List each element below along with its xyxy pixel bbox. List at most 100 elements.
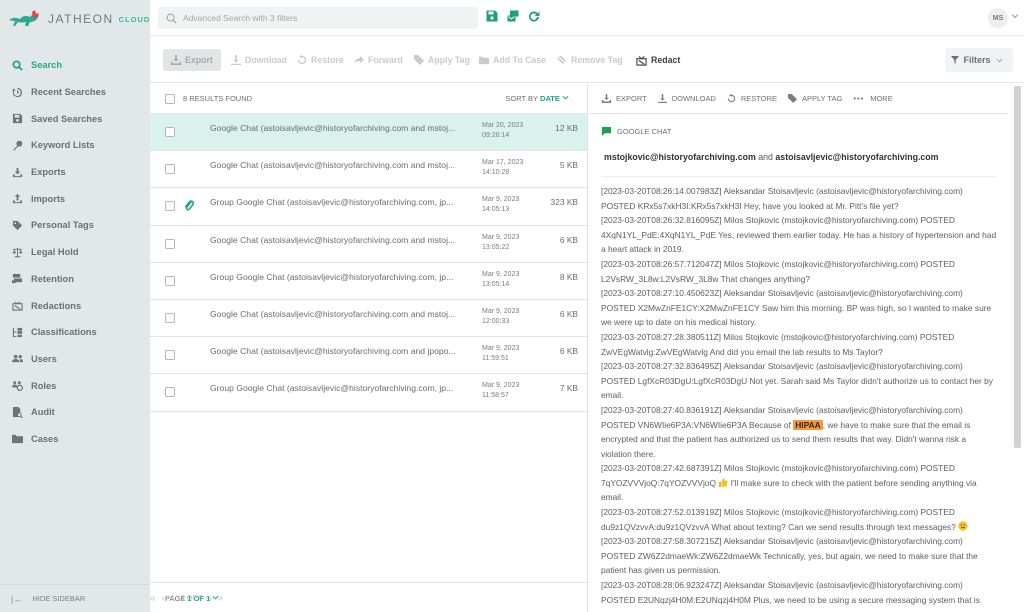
row-date: Mar 9, 2023 11:59:51 bbox=[482, 344, 519, 364]
result-row[interactable]: Google Chat (astoisavljevic@historyofarc… bbox=[150, 337, 587, 375]
participant-b: astoisavljevic@historyofarchiving.com bbox=[775, 152, 939, 162]
download-button[interactable]: Download bbox=[231, 49, 287, 71]
chat-message: [2023-03-20T08:27:28.380511Z] Milos Stoj… bbox=[601, 331, 955, 357]
preview-more-label: MORE bbox=[870, 94, 893, 103]
forward-button[interactable]: Forward bbox=[354, 49, 403, 71]
logo[interactable]: JATHEON CLOUD bbox=[8, 8, 150, 30]
sidebar-item-saved-searches[interactable]: Saved Searches bbox=[0, 105, 150, 132]
sidebar-item-cases[interactable]: Cases bbox=[0, 426, 150, 453]
row-date: Mar 9, 2023 13:05:22 bbox=[482, 233, 519, 253]
attachment-icon bbox=[185, 200, 194, 211]
row-title: Google Chat (astoisavljevic@historyofarc… bbox=[210, 234, 456, 245]
search-box[interactable] bbox=[158, 7, 478, 29]
result-row[interactable]: Group Google Chat (astoisavljevic@histor… bbox=[150, 374, 587, 412]
preview-more-button[interactable]: ••• MORE bbox=[853, 94, 892, 103]
result-row[interactable]: Group Google Chat (astoisavljevic@histor… bbox=[150, 188, 587, 226]
user-avatar[interactable]: MS bbox=[988, 8, 1008, 28]
preview-toolbar: EXPORT DOWNLOAD RESTORE APPLY TAG ••• MO… bbox=[589, 84, 1008, 114]
row-date-day: Mar 9, 2023 bbox=[482, 196, 520, 204]
preview-export-button[interactable]: EXPORT bbox=[602, 94, 647, 103]
select-all-checkbox[interactable] bbox=[165, 94, 175, 104]
row-checkbox[interactable] bbox=[165, 275, 175, 286]
filters-button[interactable]: Filters bbox=[945, 48, 1013, 72]
save-as-search-icon[interactable] bbox=[507, 10, 519, 22]
remove-tag-button[interactable]: Remove Tag bbox=[557, 49, 623, 71]
apply-tag-label: Apply Tag bbox=[428, 55, 470, 65]
forward-label: Forward bbox=[368, 55, 403, 65]
sidebar-item-retention[interactable]: Retention bbox=[0, 266, 150, 293]
chevron-down-icon[interactable] bbox=[1011, 12, 1019, 20]
first-page-icon[interactable]: « bbox=[150, 593, 156, 604]
row-checkbox[interactable] bbox=[165, 164, 175, 175]
sort-dropdown[interactable]: SORT BY DATE bbox=[505, 94, 569, 103]
participants-joiner: and bbox=[758, 152, 773, 162]
export-icon bbox=[11, 166, 23, 178]
row-checkbox[interactable] bbox=[165, 312, 175, 323]
preview-scrollbar[interactable] bbox=[1014, 86, 1021, 448]
preview-apply-tag-button[interactable]: APPLY TAG bbox=[788, 94, 842, 103]
search-input[interactable] bbox=[183, 13, 473, 23]
preview-download-button[interactable]: DOWNLOAD bbox=[657, 94, 716, 103]
more-dots-icon: ••• bbox=[853, 94, 865, 103]
sidebar-item-legal-hold[interactable]: Legal Hold bbox=[0, 239, 150, 266]
result-row[interactable]: Google Chat (astoisavljevic@historyofarc… bbox=[150, 300, 587, 338]
sidebar-item-recent-searches[interactable]: Recent Searches bbox=[0, 79, 150, 106]
row-size: 6 KB bbox=[559, 346, 578, 357]
sidebar-item-imports[interactable]: Imports bbox=[0, 185, 150, 212]
divider bbox=[602, 176, 996, 177]
pagination: PAGE 1 OF 1 « ‹ 1 - 8 OF 8 › » bbox=[150, 582, 588, 612]
save-search-icon[interactable] bbox=[486, 10, 498, 22]
result-row[interactable]: Google Chat (astoisavljevic@historyofarc… bbox=[150, 226, 587, 263]
last-page-icon[interactable]: » bbox=[218, 593, 224, 604]
sidebar-item-audit[interactable]: Audit bbox=[0, 399, 150, 426]
row-date: Mar 9, 2023 12:00:33 bbox=[482, 307, 519, 327]
row-checkbox[interactable] bbox=[165, 127, 175, 137]
result-row[interactable]: Google Chat (astoisavljevic@historyofarc… bbox=[150, 114, 587, 152]
export-icon bbox=[171, 55, 181, 65]
sidebar-item-keyword-lists[interactable]: Keyword Lists bbox=[0, 132, 150, 159]
sidebar-item-users[interactable]: Users bbox=[0, 346, 150, 373]
redact-icon bbox=[11, 300, 23, 312]
sidebar-item-label: Classifications bbox=[31, 327, 97, 338]
sidebar-item-exports[interactable]: Exports bbox=[0, 159, 150, 186]
remove-tag-icon bbox=[557, 55, 567, 65]
restore-button[interactable]: Restore bbox=[297, 49, 344, 71]
search-actions bbox=[486, 10, 540, 22]
preview-apply-tag-label: APPLY TAG bbox=[802, 94, 843, 103]
sidebar-item-redactions[interactable]: Redactions bbox=[0, 292, 150, 319]
prev-page-icon[interactable]: ‹ bbox=[162, 593, 165, 604]
hide-sidebar-button[interactable]: |← HIDE SIDEBAR bbox=[0, 584, 150, 612]
redact-button[interactable]: Redact bbox=[636, 49, 680, 71]
sidebar-item-label: Users bbox=[31, 353, 57, 364]
export-button[interactable]: Export bbox=[163, 49, 221, 71]
search-icon bbox=[11, 59, 23, 71]
row-checkbox[interactable] bbox=[165, 201, 175, 212]
row-size: 323 KB bbox=[550, 197, 578, 208]
forward-icon bbox=[354, 55, 364, 65]
row-checkbox[interactable] bbox=[165, 238, 175, 249]
add-to-case-button[interactable]: Add To Case bbox=[479, 49, 546, 71]
row-date: Mar 9, 2023 11:58:57 bbox=[482, 381, 519, 401]
row-title: Google Chat (astoisavljevic@historyofarc… bbox=[210, 346, 456, 357]
result-row[interactable]: Google Chat (astoisavljevic@historyofarc… bbox=[150, 151, 587, 189]
sidebar-item-label: Legal Hold bbox=[31, 247, 79, 258]
row-size: 12 KB bbox=[555, 123, 578, 133]
result-row[interactable]: Group Google Chat (astoisavljevic@histor… bbox=[150, 263, 587, 300]
row-checkbox[interactable] bbox=[165, 387, 175, 398]
chat-message: [2023-03-20T08:27:42.687391Z] Milos Stoj… bbox=[601, 461, 997, 505]
next-page-icon[interactable]: › bbox=[208, 593, 211, 604]
row-title: Group Google Chat (astoisavljevic@histor… bbox=[210, 271, 454, 282]
sidebar: JATHEON CLOUD Search Recent Searches Sav… bbox=[0, 0, 150, 612]
row-checkbox[interactable] bbox=[165, 350, 175, 361]
sidebar-item-roles[interactable]: Roles bbox=[0, 372, 150, 399]
restore-label: Restore bbox=[311, 55, 344, 65]
row-size: 8 KB bbox=[559, 271, 578, 282]
restore-icon bbox=[297, 55, 307, 65]
preview-restore-button[interactable]: RESTORE bbox=[727, 94, 777, 103]
sidebar-item-personal-tags[interactable]: Personal Tags bbox=[0, 212, 150, 239]
apply-tag-button[interactable]: Apply Tag bbox=[414, 49, 470, 71]
refresh-icon[interactable] bbox=[528, 10, 540, 22]
row-date: Mar 9, 2023 13:05:14 bbox=[482, 270, 519, 290]
sidebar-item-classifications[interactable]: Classifications bbox=[0, 319, 150, 346]
sidebar-item-search[interactable]: Search bbox=[0, 52, 150, 79]
